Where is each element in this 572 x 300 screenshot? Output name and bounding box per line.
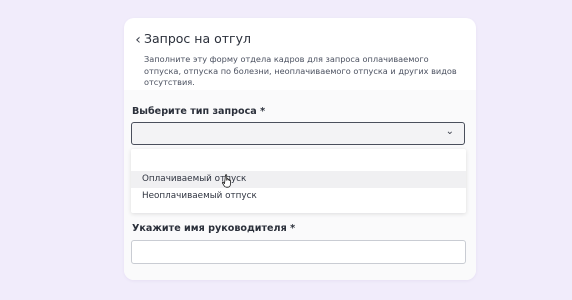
hand-pointer-icon	[222, 174, 231, 188]
request-type-label: Выберите тип запроса *	[132, 106, 266, 117]
request-type-dropdown: Оплачиваемый отпуск Неоплачиваемый отпус…	[131, 149, 466, 213]
form-description: Заполните эту форму отдела кадров для за…	[144, 54, 457, 87]
form-header: ‹ Запрос на отгул Заполните эту форму от…	[124, 18, 476, 90]
page-title: Запрос на отгул	[144, 31, 251, 46]
time-off-request-card: ‹ Запрос на отгул Заполните эту форму от…	[124, 18, 476, 280]
chevron-down-icon: ⌄	[445, 126, 454, 137]
request-type-select[interactable]: ⌄	[131, 122, 465, 145]
manager-name-label: Укажите имя руководителя *	[132, 223, 296, 234]
manager-name-input[interactable]	[131, 240, 466, 264]
option-unpaid-leave[interactable]: Неоплачиваемый отпуск	[131, 188, 466, 205]
option-paid-leave[interactable]: Оплачиваемый отпуск	[131, 171, 466, 188]
